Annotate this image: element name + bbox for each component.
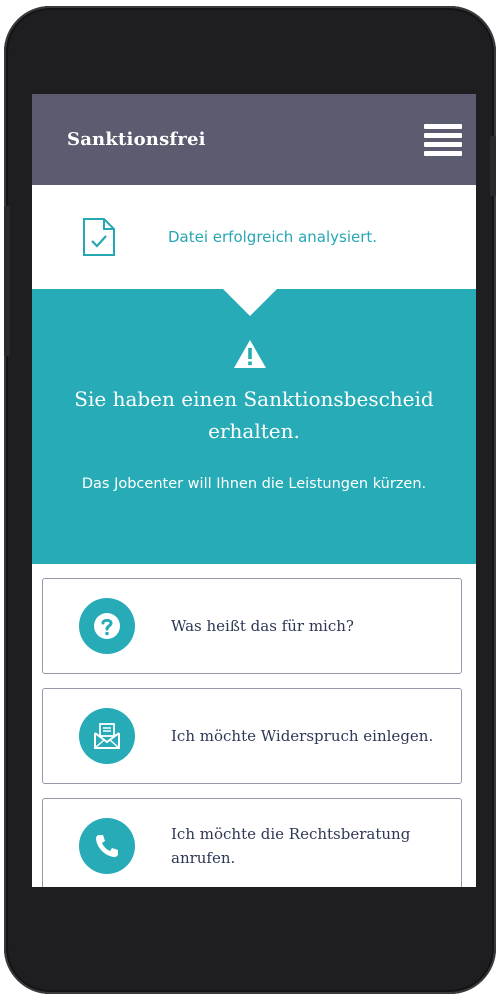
action-list: Was heißt das für mich? Ich möchte Wider… xyxy=(32,564,476,887)
power-button xyxy=(490,136,496,196)
upload-status: Datei erfolgreich analysiert. xyxy=(32,185,476,289)
action-card-call[interactable]: Ich möchte die Rechtsberatung anrufen. xyxy=(42,798,462,887)
volume-button xyxy=(4,206,10,356)
app-header: Sanktionsfrei xyxy=(32,94,476,185)
hamburger-menu-icon[interactable] xyxy=(424,123,462,156)
phone-icon xyxy=(79,818,135,874)
banner-notch xyxy=(222,288,278,316)
action-card-objection[interactable]: Ich möchte Widerspruch einlegen. xyxy=(42,688,462,784)
letter-icon xyxy=(79,708,135,764)
warning-icon xyxy=(234,340,266,368)
app-title: Sanktionsfrei xyxy=(67,129,206,150)
file-check-icon xyxy=(83,218,115,256)
alert-subtitle: Das Jobcenter will Ihnen die Leistungen … xyxy=(81,476,427,492)
phone-frame: Sanktionsfrei Datei erfolgreich analysie… xyxy=(4,6,496,994)
alert-title: Sie haben einen Sanktionsbescheid erhalt… xyxy=(74,387,434,443)
sanction-alert-banner: Sie haben einen Sanktionsbescheid erhalt… xyxy=(32,288,476,564)
status-message: Datei erfolgreich analysiert. xyxy=(168,228,378,246)
app-screen: Sanktionsfrei Datei erfolgreich analysie… xyxy=(32,94,476,887)
action-label: Ich möchte die Rechtsberatung anrufen. xyxy=(171,825,411,867)
action-label: Was heißt das für mich? xyxy=(171,617,354,635)
question-icon xyxy=(79,598,135,654)
action-card-meaning[interactable]: Was heißt das für mich? xyxy=(42,578,462,674)
action-label: Ich möchte Widerspruch einlegen. xyxy=(171,727,434,745)
